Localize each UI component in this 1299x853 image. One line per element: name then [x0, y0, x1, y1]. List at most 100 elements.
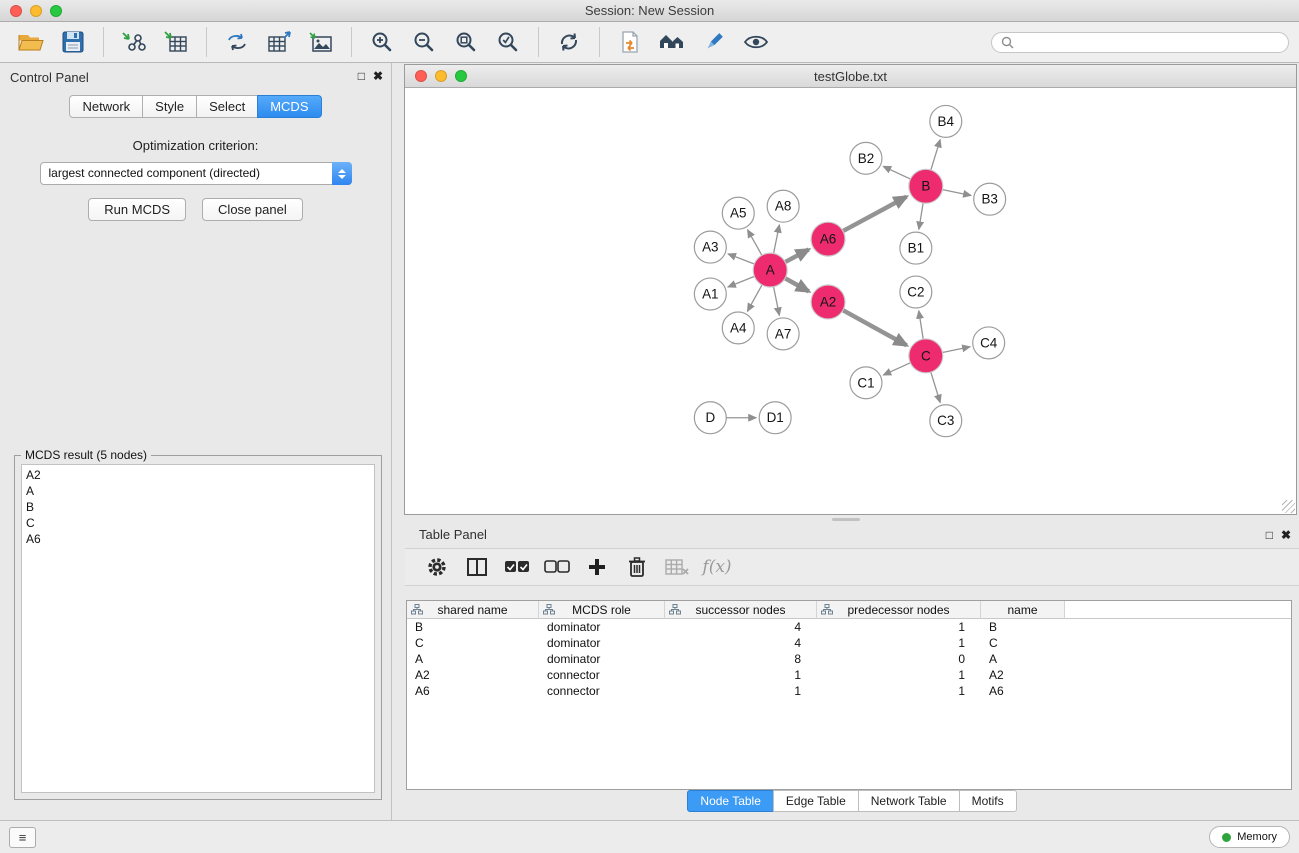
- column-header-label: name: [1007, 603, 1037, 617]
- zoom-out-button[interactable]: [403, 25, 445, 59]
- toolbar-separator: [538, 27, 539, 57]
- save-session-button[interactable]: [52, 25, 94, 59]
- refresh-layout-button[interactable]: [548, 25, 590, 59]
- column-header-name[interactable]: name: [981, 601, 1065, 619]
- tab-style[interactable]: Style: [142, 95, 197, 118]
- import-table-file-button[interactable]: [155, 25, 197, 59]
- graph-edge-B-B1[interactable]: [919, 203, 923, 229]
- zoom-selected-button[interactable]: [487, 25, 529, 59]
- tab-mcds[interactable]: MCDS: [257, 95, 321, 118]
- mcds-result-item[interactable]: C: [26, 515, 370, 531]
- table-row[interactable]: A6connector11A6: [407, 683, 1291, 699]
- tab-network[interactable]: Network: [69, 95, 143, 118]
- graph-edge-A-A2[interactable]: [785, 278, 809, 291]
- table-cell: connector: [539, 667, 665, 683]
- graph-edge-A-A8[interactable]: [774, 225, 780, 254]
- graph-edge-A-A3[interactable]: [728, 254, 754, 264]
- table-row[interactable]: Adominator80A: [407, 651, 1291, 667]
- delete-column-button[interactable]: [619, 552, 655, 582]
- delete-table-button[interactable]: [659, 552, 695, 582]
- table-row[interactable]: A2connector11A2: [407, 667, 1291, 683]
- run-mcds-button[interactable]: Run MCDS: [88, 198, 186, 221]
- search-field[interactable]: [991, 32, 1289, 53]
- graph-edge-B-B3[interactable]: [942, 190, 971, 196]
- graph-edge-C-C2[interactable]: [919, 311, 923, 339]
- table-delete-icon: [665, 558, 689, 576]
- close-table-panel-icon[interactable]: ✖: [1281, 528, 1291, 542]
- graph-edge-C-C3[interactable]: [931, 372, 940, 403]
- export-network-button[interactable]: [216, 25, 258, 59]
- select-all-columns-button[interactable]: [499, 552, 535, 582]
- column-header-shared-name[interactable]: shared name: [407, 601, 539, 619]
- graph-node-label: C2: [907, 285, 924, 300]
- criterion-dropdown[interactable]: largest connected component (directed): [40, 162, 352, 185]
- graph-edge-A2-C[interactable]: [843, 310, 907, 345]
- table-cell: 0: [817, 651, 981, 667]
- resize-grip[interactable]: [1282, 500, 1295, 513]
- graph-edge-A-A7[interactable]: [774, 287, 780, 316]
- column-header-predecessor-nodes[interactable]: predecessor nodes: [817, 601, 981, 619]
- graph-edge-A-A4[interactable]: [747, 285, 762, 311]
- table-panel: Table Panel □ ✖: [405, 522, 1299, 820]
- tab-select[interactable]: Select: [196, 95, 258, 118]
- split-divider-handle[interactable]: [832, 518, 860, 521]
- table-header-row: shared name MCDS role successor nodes pr…: [407, 601, 1291, 619]
- tab-edge-table[interactable]: Edge Table: [773, 790, 859, 812]
- tab-network-table[interactable]: Network Table: [858, 790, 960, 812]
- column-type-icon: [669, 604, 681, 618]
- close-panel-icon[interactable]: ✖: [373, 69, 383, 83]
- table-settings-button[interactable]: [419, 552, 455, 582]
- graph-edge-A-A6[interactable]: [785, 249, 809, 262]
- mcds-result-item[interactable]: A: [26, 483, 370, 499]
- show-columns-button[interactable]: [459, 552, 495, 582]
- graph-edge-B-B4[interactable]: [931, 140, 940, 171]
- export-table-button[interactable]: [258, 25, 300, 59]
- houses-button[interactable]: [651, 25, 693, 59]
- open-folder-icon: [18, 32, 44, 52]
- mcds-result-list[interactable]: A2ABCA6: [21, 464, 375, 793]
- open-session-button[interactable]: [10, 25, 52, 59]
- eye-button[interactable]: [735, 25, 777, 59]
- table-cell: A6: [407, 683, 539, 699]
- graph-edge-A6-B[interactable]: [843, 197, 907, 231]
- document-arrows-button[interactable]: [609, 25, 651, 59]
- table-cell: dominator: [539, 651, 665, 667]
- tab-node-table[interactable]: Node Table: [687, 790, 774, 812]
- close-panel-button[interactable]: Close panel: [202, 198, 303, 221]
- brush-button[interactable]: [693, 25, 735, 59]
- graph-node-label: C1: [857, 375, 874, 390]
- table-cell: connector: [539, 683, 665, 699]
- column-header-successor-nodes[interactable]: successor nodes: [665, 601, 817, 619]
- graph-edge-C-C4[interactable]: [942, 347, 970, 353]
- memory-button[interactable]: Memory: [1209, 826, 1290, 848]
- float-table-panel-icon[interactable]: □: [1266, 528, 1273, 542]
- task-history-button[interactable]: ≡: [9, 827, 36, 848]
- graph-node-label: A5: [730, 206, 746, 221]
- graph-edge-B-B2[interactable]: [883, 166, 910, 179]
- export-table-icon: [267, 31, 291, 53]
- zoom-in-button[interactable]: [361, 25, 403, 59]
- network-canvas[interactable]: AA1A2A3A4A5A6A7A8BB1B2B3B4CC1C2C3C4DD1: [405, 88, 1296, 514]
- graph-edge-C-C1[interactable]: [883, 363, 910, 375]
- float-panel-icon[interactable]: □: [358, 69, 365, 83]
- table-row[interactable]: Bdominator41B: [407, 619, 1291, 635]
- function-builder-button[interactable]: f(x): [699, 552, 735, 582]
- column-header-mcds-role[interactable]: MCDS role: [539, 601, 665, 619]
- zoom-fit-button[interactable]: [445, 25, 487, 59]
- mcds-result-item[interactable]: A6: [26, 531, 370, 547]
- graph-edge-A-A1[interactable]: [728, 276, 755, 287]
- add-column-button[interactable]: [579, 552, 615, 582]
- import-network-file-button[interactable]: [113, 25, 155, 59]
- search-input[interactable]: [1020, 35, 1279, 49]
- deselect-all-columns-button[interactable]: [539, 552, 575, 582]
- network-graph[interactable]: AA1A2A3A4A5A6A7A8BB1B2B3B4CC1C2C3C4DD1: [405, 88, 1296, 514]
- column-header-label: successor nodes: [695, 603, 785, 617]
- graph-edge-A-A5[interactable]: [748, 230, 762, 256]
- mcds-result-item[interactable]: A2: [26, 467, 370, 483]
- tab-motifs[interactable]: Motifs: [959, 790, 1017, 812]
- graph-node-label: A6: [820, 232, 836, 247]
- export-image-button[interactable]: [300, 25, 342, 59]
- trash-icon: [628, 557, 646, 577]
- table-row[interactable]: Cdominator41C: [407, 635, 1291, 651]
- mcds-result-item[interactable]: B: [26, 499, 370, 515]
